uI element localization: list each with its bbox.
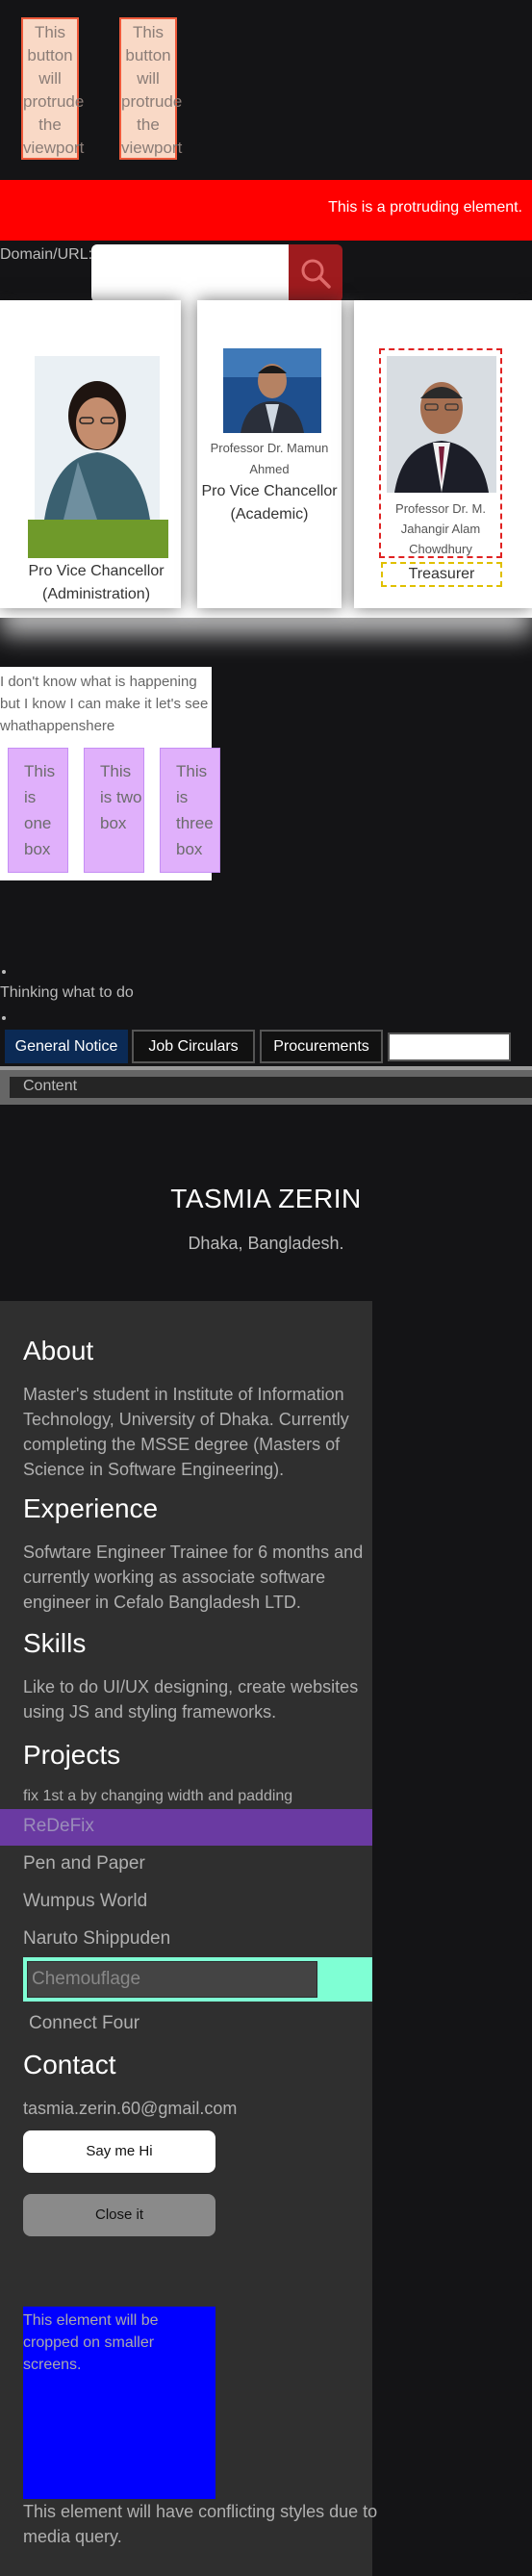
tab-empty[interactable] [388, 1033, 511, 1061]
profile-panel: About Master's student in Institute of I… [0, 1301, 377, 2576]
conflicting-element: This element will have conflicting style… [23, 2502, 378, 2546]
skills-heading: Skills [23, 1628, 87, 1658]
domain-label: Domain/URL: [0, 246, 93, 263]
contact-heading: Contact [23, 2050, 116, 2079]
official-card-2: Professor Dr. Mamun Ahmed Pro Vice Chanc… [197, 300, 342, 608]
tab-general-notice[interactable]: General Notice [5, 1030, 128, 1063]
experience-text: Sofwtare Engineer Trainee for 6 months a… [23, 1543, 364, 1612]
cropped-element: This element will be cropped on smaller … [23, 2307, 215, 2499]
contact-email[interactable]: tasmia.zerin.60@gmail.com [23, 2099, 237, 2119]
project-item-redefix[interactable]: ReDeFix [0, 1809, 372, 1846]
close-button[interactable]: Close it [23, 2194, 215, 2236]
about-heading: About [23, 1336, 94, 1365]
purple-box-1: This is one box [8, 748, 68, 873]
content-area: Content [0, 1066, 532, 1105]
tab-job-circulars[interactable]: Job Circulars [132, 1030, 255, 1063]
purple-box-2: This is two box [84, 748, 144, 873]
content-label: Content [10, 1077, 532, 1098]
profile-location: Dhaka, Bangladesh. [188, 1234, 344, 1253]
about-text: Master's student in Institute of Informa… [23, 1385, 349, 1479]
project-item-pen-and-paper[interactable]: Pen and Paper [23, 1853, 145, 1875]
project-item-chemouflage[interactable]: Chemouflage [23, 1957, 372, 2002]
profile-name: TASMIA ZERIN [170, 1184, 362, 1213]
official-name-3: Professor Dr. M. Jahangir Alam Chowdhury [395, 501, 486, 556]
official-title-1: Pro Vice Chancellor (Administration) [28, 563, 165, 602]
notice-tabs: General Notice Job Circulars Procurement… [0, 1030, 532, 1063]
search-button[interactable] [289, 244, 342, 302]
official-name-2: Professor Dr. Mamun Ahmed [210, 441, 329, 476]
project-item-naruto-shippuden[interactable]: Naruto Shippuden [23, 1928, 170, 1950]
project-label-redefix: ReDeFix [23, 1816, 94, 1836]
say-hi-button[interactable]: Say me Hi [23, 2130, 215, 2173]
protruding-banner: This is a protruding element. [0, 180, 532, 241]
bullet-1 [2, 970, 6, 974]
protrude-button-2[interactable]: This button will protrude the viewport [119, 17, 182, 160]
purple-box-3: This is three box [160, 748, 220, 873]
official-title-2: Pro Vice Chancellor (Academic) [201, 483, 338, 523]
domain-input[interactable] [91, 244, 290, 302]
official-photo-1 [35, 356, 160, 520]
officials-section: Pro Vice Chancellor (Administration) Pro… [0, 300, 532, 618]
light-box-text: I don't know what is happening but I kno… [0, 674, 209, 734]
search-icon [301, 259, 331, 289]
official-card-1: Pro Vice Chancellor (Administration) [0, 300, 181, 608]
project-item-connect-four[interactable]: Connect Four [29, 2013, 139, 2034]
official-card-3: Professor Dr. M. Jahangir Alam Chowdhury… [354, 300, 532, 608]
skills-text: Like to do UI/UX designing, create websi… [23, 1677, 359, 1722]
project-label-chemouflage: Chemouflage [27, 1961, 317, 1998]
experience-heading: Experience [23, 1493, 159, 1523]
official-photo-3 [387, 356, 496, 493]
protrude-button-1[interactable]: This button will protrude the viewport [21, 17, 84, 160]
thinking-text: Thinking what to do [0, 984, 134, 1001]
official-photo-2 [223, 348, 321, 433]
bullet-2 [2, 1016, 6, 1020]
tab-procurements[interactable]: Procurements [260, 1030, 383, 1063]
projects-note: fix 1st a by changing width and padding [23, 1788, 293, 1804]
official-title-3: Treasurer [381, 562, 502, 587]
official-name-1 [28, 520, 168, 558]
project-item-wumpus-world[interactable]: Wumpus World [23, 1891, 147, 1912]
projects-heading: Projects [23, 1740, 121, 1770]
